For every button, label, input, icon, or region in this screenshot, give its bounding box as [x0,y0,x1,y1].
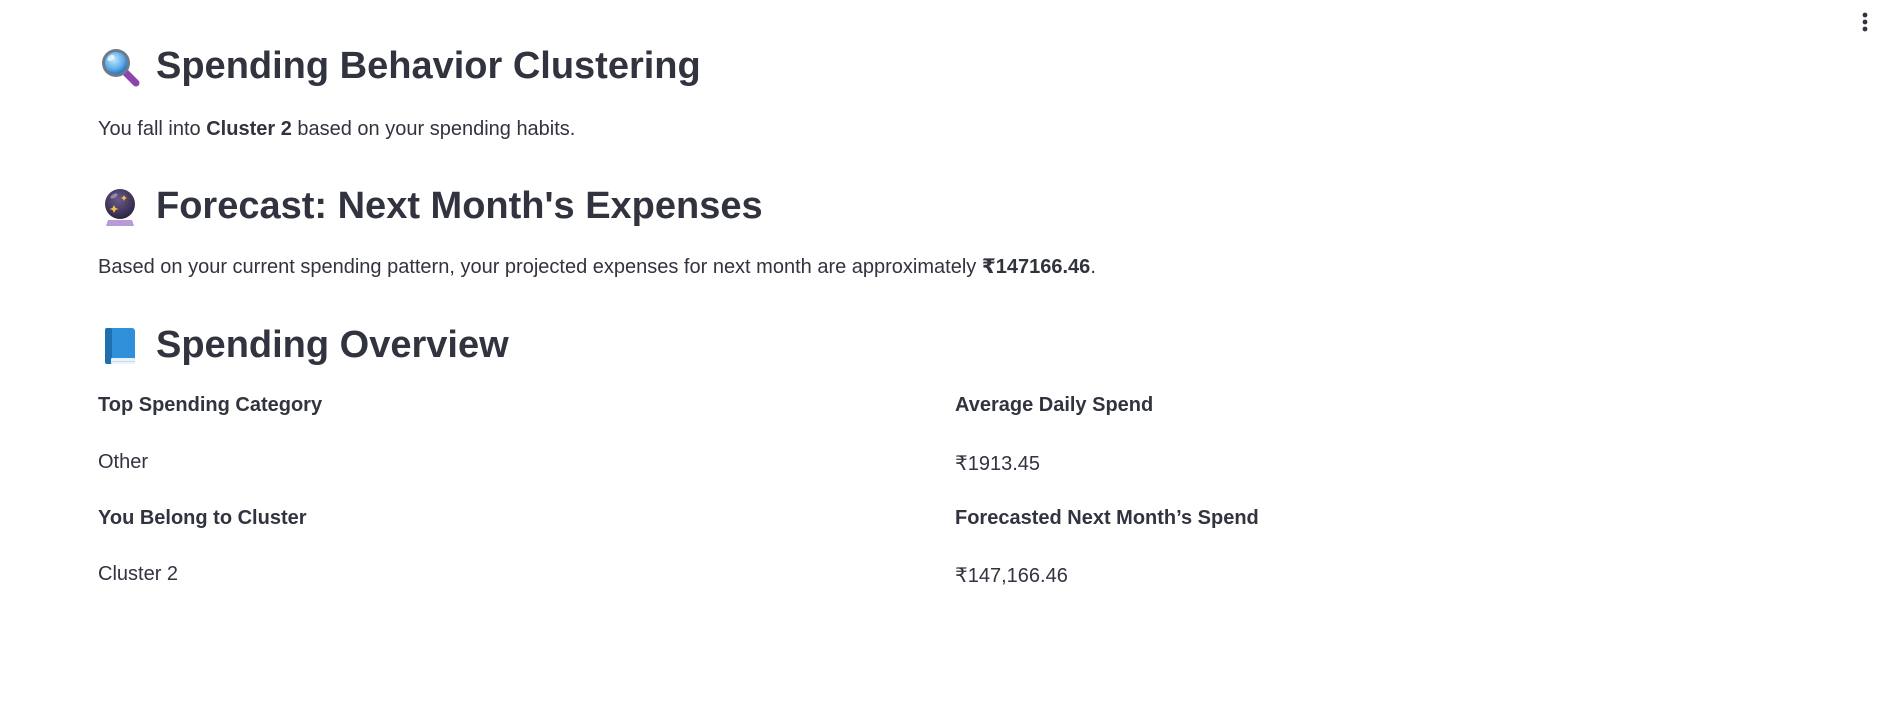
overview-heading: Spending Overview [98,323,509,369]
cluster-message: You fall into Cluster 2 based on your sp… [98,115,575,143]
cluster-text-after: based on your spending habits. [291,118,576,140]
overview-title: Spending Overview [156,324,509,366]
vertical-ellipsis-icon [1862,12,1868,32]
metric-value-forecast-spend: ₹147,166.46 [955,565,1068,587]
forecast-amount: ₹147166.46 [981,256,1091,278]
metric-label-forecast-spend: Forecasted Next Month’s Spend [955,507,1259,529]
forecast-title: Forecast: Next Month's Expenses [156,185,763,227]
metric-label-top-category: Top Spending Category [98,394,323,416]
cluster-name: Cluster 2 [206,118,292,140]
crystal-ball-icon [98,185,142,229]
metric-value-cluster: Cluster 2 [98,563,179,585]
magnifying-glass-icon [98,45,142,89]
metric-label-avg-daily-spend: Average Daily Spend [955,394,1154,416]
forecast-text-after: . [1090,256,1096,278]
metric-value-top-category: Other [98,451,149,473]
forecast-heading: Forecast: Next Month's Expenses [98,184,763,230]
cluster-text-before: You fall into [98,118,207,140]
metric-value-avg-daily-spend: ₹1913.45 [955,453,1041,475]
forecast-text-before: Based on your current spending pattern, … [98,256,982,278]
clustering-heading: Spending Behavior Clustering [98,44,701,90]
metric-label-cluster: You Belong to Cluster [98,507,307,529]
clustering-title: Spending Behavior Clustering [156,45,701,87]
blue-book-icon [98,324,142,368]
forecast-message: Based on your current spending pattern, … [98,253,1096,281]
main-menu-button[interactable] [1851,8,1879,36]
